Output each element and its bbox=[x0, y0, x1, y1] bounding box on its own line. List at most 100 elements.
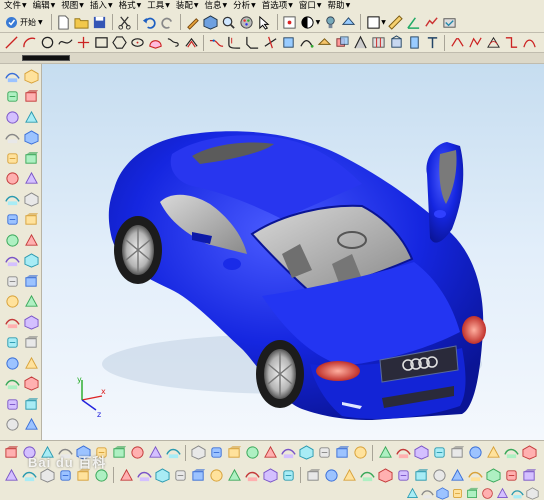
left-tool-pocket-button[interactable] bbox=[23, 109, 39, 125]
feature-tool-17-button[interactable] bbox=[298, 445, 314, 461]
feature-tool-13-button[interactable] bbox=[226, 445, 242, 461]
status-tool-5-button[interactable] bbox=[466, 487, 479, 499]
join-curve-button[interactable] bbox=[449, 35, 465, 51]
status-tool-2-button[interactable] bbox=[421, 487, 434, 499]
left-tool-datum-axis-button[interactable] bbox=[4, 335, 20, 351]
simplify-curve-button[interactable] bbox=[467, 35, 483, 51]
left-tool-tube-button[interactable] bbox=[23, 417, 39, 433]
feature-tool-25-button[interactable] bbox=[449, 445, 465, 461]
save-button[interactable] bbox=[92, 14, 108, 30]
status-tool-4-button[interactable] bbox=[451, 487, 464, 499]
project-curve-button[interactable] bbox=[316, 35, 332, 51]
menu-assembly[interactable]: 装配 ▼ bbox=[176, 0, 199, 12]
conic-button[interactable] bbox=[147, 35, 163, 51]
left-tool-shell-button[interactable] bbox=[23, 171, 39, 187]
menu-help[interactable]: 帮助 ▼ bbox=[328, 0, 351, 12]
text-curve-button[interactable] bbox=[424, 35, 440, 51]
color-swatch-button[interactable] bbox=[365, 14, 381, 30]
status-tool-1-button[interactable] bbox=[406, 487, 419, 499]
bridge-curve-button[interactable] bbox=[208, 35, 224, 51]
feature-tool-10-button[interactable] bbox=[165, 445, 181, 461]
line-button[interactable] bbox=[3, 35, 19, 51]
status-tool-7-button[interactable] bbox=[496, 487, 509, 499]
menu-file[interactable]: 文件 ▼ bbox=[4, 0, 27, 12]
chamfer-curve-button[interactable] bbox=[244, 35, 260, 51]
status-tool-8-button[interactable] bbox=[511, 487, 524, 499]
mirror-curve-button[interactable] bbox=[521, 35, 537, 51]
ellipse-button[interactable] bbox=[129, 35, 145, 51]
surface-tool-7-button[interactable] bbox=[118, 467, 134, 483]
feature-tool-12-button[interactable] bbox=[208, 445, 224, 461]
analysis-button[interactable] bbox=[424, 14, 440, 30]
edit-sketch-button[interactable] bbox=[185, 14, 201, 30]
left-tool-unite-button[interactable] bbox=[4, 294, 20, 310]
trim-curve-button[interactable] bbox=[262, 35, 278, 51]
offset-curve-button[interactable] bbox=[183, 35, 199, 51]
feature-tool-9-button[interactable] bbox=[147, 445, 163, 461]
surface-tool-26-button[interactable] bbox=[467, 467, 483, 483]
left-tool-sew-button[interactable] bbox=[23, 212, 39, 228]
feature-tool-26-button[interactable] bbox=[467, 445, 483, 461]
zoom-button[interactable] bbox=[221, 14, 237, 30]
surface-tool-24-button[interactable] bbox=[431, 467, 447, 483]
left-tool-extrude-button[interactable] bbox=[4, 68, 20, 84]
helix-button[interactable] bbox=[165, 35, 181, 51]
surface-tool-19-button[interactable] bbox=[341, 467, 357, 483]
status-tool-3-button[interactable] bbox=[436, 486, 449, 500]
section-view-button[interactable] bbox=[340, 14, 356, 30]
surface-tool-25-button[interactable] bbox=[449, 467, 465, 483]
feature-tool-16-button[interactable] bbox=[280, 445, 296, 461]
left-tool-sketch-button[interactable] bbox=[23, 335, 39, 351]
surface-tool-13-button[interactable] bbox=[226, 467, 242, 483]
arrow-tool-button[interactable] bbox=[257, 14, 273, 30]
surface-tool-18-button[interactable] bbox=[323, 467, 339, 483]
surface-tool-12-button[interactable] bbox=[208, 467, 224, 483]
surface-tool-14-button[interactable] bbox=[244, 467, 260, 483]
left-tool-pattern-button[interactable] bbox=[23, 273, 39, 289]
feature-tool-22-button[interactable] bbox=[395, 445, 411, 461]
left-tool-rib-button[interactable] bbox=[23, 396, 39, 412]
feature-tool-28-button[interactable] bbox=[503, 445, 519, 461]
feature-tool-1-button[interactable] bbox=[3, 445, 19, 461]
feature-tool-20-button[interactable] bbox=[352, 445, 368, 461]
left-tool-draft-button[interactable] bbox=[4, 191, 20, 207]
selection-bar[interactable] bbox=[22, 55, 70, 61]
surface-tool-16-button[interactable] bbox=[280, 467, 296, 483]
graphics-viewport[interactable]: x y z bbox=[42, 64, 544, 440]
extend-curve-button[interactable] bbox=[298, 35, 314, 51]
menu-edit[interactable]: 编辑 ▼ bbox=[33, 0, 56, 12]
menu-preferences[interactable]: 首选项 ▼ bbox=[262, 0, 293, 12]
surface-tool-17-button[interactable] bbox=[305, 467, 321, 483]
left-tool-chamfer-button[interactable] bbox=[4, 171, 20, 187]
feature-tool-27-button[interactable] bbox=[485, 445, 501, 461]
surface-tool-21-button[interactable] bbox=[377, 467, 393, 483]
lighting-button[interactable] bbox=[322, 14, 338, 30]
feature-tool-14-button[interactable] bbox=[244, 445, 260, 461]
left-tool-edge-blend-button[interactable] bbox=[23, 150, 39, 166]
left-tool-cylinder-button[interactable] bbox=[23, 355, 39, 371]
feature-tool-23-button[interactable] bbox=[413, 445, 429, 461]
new-file-button[interactable] bbox=[56, 14, 72, 30]
left-tool-hole-button[interactable] bbox=[23, 89, 39, 105]
render-style-button[interactable] bbox=[300, 14, 316, 30]
menu-info[interactable]: 信息 ▼ bbox=[204, 0, 227, 12]
extract-curve-button[interactable] bbox=[388, 35, 404, 51]
surface-tool-29-button[interactable] bbox=[521, 467, 537, 483]
measure-angle-button[interactable] bbox=[406, 14, 422, 30]
left-tool-block-button[interactable] bbox=[4, 355, 20, 371]
start-button[interactable]: 开始 ▼ bbox=[2, 14, 46, 30]
feature-tool-18-button[interactable] bbox=[316, 445, 332, 461]
surface-tool-22-button[interactable] bbox=[395, 467, 411, 483]
surface-tool-28-button[interactable] bbox=[503, 467, 519, 483]
left-tool-subtract-button[interactable] bbox=[23, 294, 39, 310]
left-tool-sweep-button[interactable] bbox=[4, 89, 20, 105]
cut-button[interactable] bbox=[117, 14, 133, 30]
section-curve-button[interactable] bbox=[352, 35, 368, 51]
left-tool-cone-button[interactable] bbox=[4, 376, 20, 392]
feature-tool-7-button[interactable] bbox=[111, 445, 127, 461]
feature-tool-19-button[interactable] bbox=[334, 445, 350, 461]
feature-tool-24-button[interactable] bbox=[431, 445, 447, 461]
left-tool-patch-button[interactable] bbox=[4, 232, 20, 248]
left-tool-thread-button[interactable] bbox=[4, 396, 20, 412]
wrap-curve-button[interactable] bbox=[406, 35, 422, 51]
